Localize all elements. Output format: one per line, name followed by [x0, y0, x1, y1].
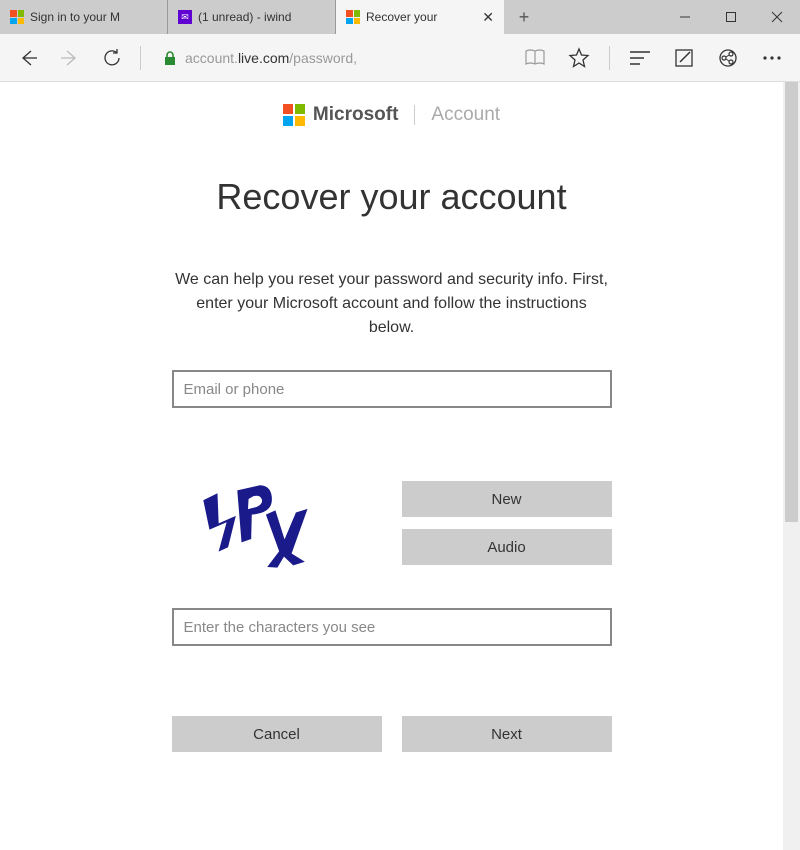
more-button[interactable]	[758, 44, 786, 72]
close-tab-icon[interactable]: ✕	[482, 9, 494, 26]
microsoft-icon	[10, 10, 24, 24]
notes-button[interactable]	[670, 44, 698, 72]
toolbar: account.live.com/password,	[0, 34, 800, 82]
captcha-image	[172, 468, 342, 578]
new-tab-button[interactable]: +	[504, 0, 544, 34]
share-button[interactable]	[714, 44, 742, 72]
tab-label: Sign in to your M	[30, 10, 157, 24]
captcha-input-row	[172, 608, 612, 646]
microsoft-logo-icon	[283, 104, 305, 126]
captcha-row: New Audio	[172, 468, 612, 578]
page-content: Microsoft Account Recover your account W…	[0, 82, 783, 850]
logo-row: Microsoft Account	[283, 104, 500, 126]
window-controls	[662, 0, 800, 34]
star-icon	[568, 47, 590, 69]
tab-recover[interactable]: Recover your ✕	[336, 0, 504, 34]
minimize-button[interactable]	[662, 0, 708, 34]
separator	[609, 46, 610, 70]
page-description: We can help you reset your password and …	[172, 268, 612, 340]
reading-view-button[interactable]	[521, 44, 549, 72]
toolbar-right	[521, 44, 786, 72]
email-row	[172, 370, 612, 408]
more-icon	[762, 55, 782, 61]
close-window-button[interactable]	[754, 0, 800, 34]
cancel-button[interactable]: Cancel	[172, 716, 382, 752]
refresh-icon	[101, 47, 123, 69]
next-button[interactable]: Next	[402, 716, 612, 752]
microsoft-icon	[346, 10, 360, 24]
separator	[140, 46, 141, 70]
email-field[interactable]	[172, 370, 612, 408]
logo-brand: Microsoft	[313, 104, 399, 126]
tab-label: Recover your	[366, 10, 472, 24]
content-wrap: Microsoft Account Recover your account W…	[0, 82, 800, 850]
tab-label: (1 unread) - iwind	[198, 10, 325, 24]
refresh-button[interactable]	[98, 44, 126, 72]
captcha-buttons: New Audio	[402, 481, 612, 565]
address-bar[interactable]: account.live.com/password,	[155, 50, 507, 66]
page-title: Recover your account	[216, 176, 566, 218]
logo-separator	[414, 105, 415, 125]
maximize-button[interactable]	[708, 0, 754, 34]
share-icon	[717, 47, 739, 69]
tabs: Sign in to your M (1 unread) - iwind Rec…	[0, 0, 662, 34]
back-button[interactable]	[14, 44, 42, 72]
book-icon	[524, 49, 546, 67]
edit-icon	[674, 48, 694, 68]
scrollbar[interactable]	[783, 82, 800, 850]
titlebar: Sign in to your M (1 unread) - iwind Rec…	[0, 0, 800, 34]
url-text: account.live.com/password,	[185, 50, 357, 66]
lines-icon	[630, 50, 650, 66]
scrollbar-thumb[interactable]	[785, 82, 798, 522]
hub-button[interactable]	[626, 44, 654, 72]
logo-section: Account	[431, 104, 500, 126]
mail-icon	[178, 10, 192, 24]
captcha-field[interactable]	[172, 608, 612, 646]
lock-icon	[163, 50, 177, 66]
minimize-icon	[679, 11, 691, 23]
close-icon	[771, 11, 783, 23]
tab-mail[interactable]: (1 unread) - iwind	[168, 0, 336, 34]
forward-arrow-icon	[59, 47, 81, 69]
back-arrow-icon	[17, 47, 39, 69]
forward-button[interactable]	[56, 44, 84, 72]
new-captcha-button[interactable]: New	[402, 481, 612, 517]
audio-captcha-button[interactable]: Audio	[402, 529, 612, 565]
tab-signin[interactable]: Sign in to your M	[0, 0, 168, 34]
favorites-button[interactable]	[565, 44, 593, 72]
action-row: Cancel Next	[172, 716, 612, 752]
maximize-icon	[725, 11, 737, 23]
